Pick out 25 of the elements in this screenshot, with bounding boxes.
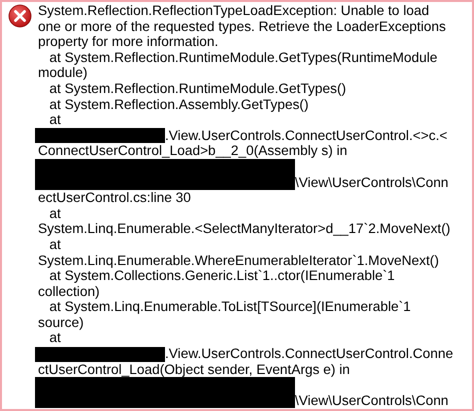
error-text-line: one or more of the requested types. Retrieve the LoaderExceptions xyxy=(38,18,447,34)
error-text-line: ctUserControl_Load(Object sender, EventArgs e) in xyxy=(38,362,351,378)
error-text-line: source) xyxy=(38,314,85,330)
error-text-line: .View.UserControls.ConnectUserControl.Conne xyxy=(165,346,454,362)
error-text-line: at System.Reflection.RuntimeModule.GetTypes() xyxy=(48,80,348,97)
error-text-line: at System.Linq.Enumerable.ToList[TSource](IEnumerable`1 xyxy=(48,299,412,315)
error-icon xyxy=(8,4,32,28)
error-text-line: at xyxy=(48,236,62,252)
error-text-line: at xyxy=(48,112,62,128)
error-text-line: at System.Collections.Generic.List`1..ctor(IEnumerable`1 xyxy=(48,268,396,284)
error-text-line: collection) xyxy=(38,284,101,300)
error-text-line: System.Linq.Enumerable.WhereEnumerableIterator`1.MoveNext() xyxy=(38,252,440,268)
error-text-line: at System.Reflection.RuntimeModule.GetTypes(RuntimeModule xyxy=(48,50,438,66)
error-text-line: property for more information. xyxy=(38,34,220,50)
error-text-line: at xyxy=(48,206,62,222)
error-text-line: at xyxy=(48,330,62,346)
error-text-line: ectUserControl.cs:line 30 xyxy=(38,190,192,206)
error-text-line: System.Reflection.ReflectionTypeLoadException: Unable to load xyxy=(38,3,430,19)
error-text-line: module) xyxy=(38,65,88,81)
error-text-line: ConnectUserControl_Load>b__2_0(Assembly s) in xyxy=(38,143,348,159)
error-text-line: .View.UserControls.ConnectUserControl.<>c.< xyxy=(165,128,448,144)
error-text-line: \View\UserControls\Conn xyxy=(295,174,448,190)
error-text-line: at System.Reflection.Assembly.GetTypes() xyxy=(48,96,310,112)
error-text-line: \View\UserControls\Conn xyxy=(295,392,448,408)
error-text-line: System.Linq.Enumerable.<SelectManyIterator>d__17`2.MoveNext() xyxy=(38,221,452,237)
